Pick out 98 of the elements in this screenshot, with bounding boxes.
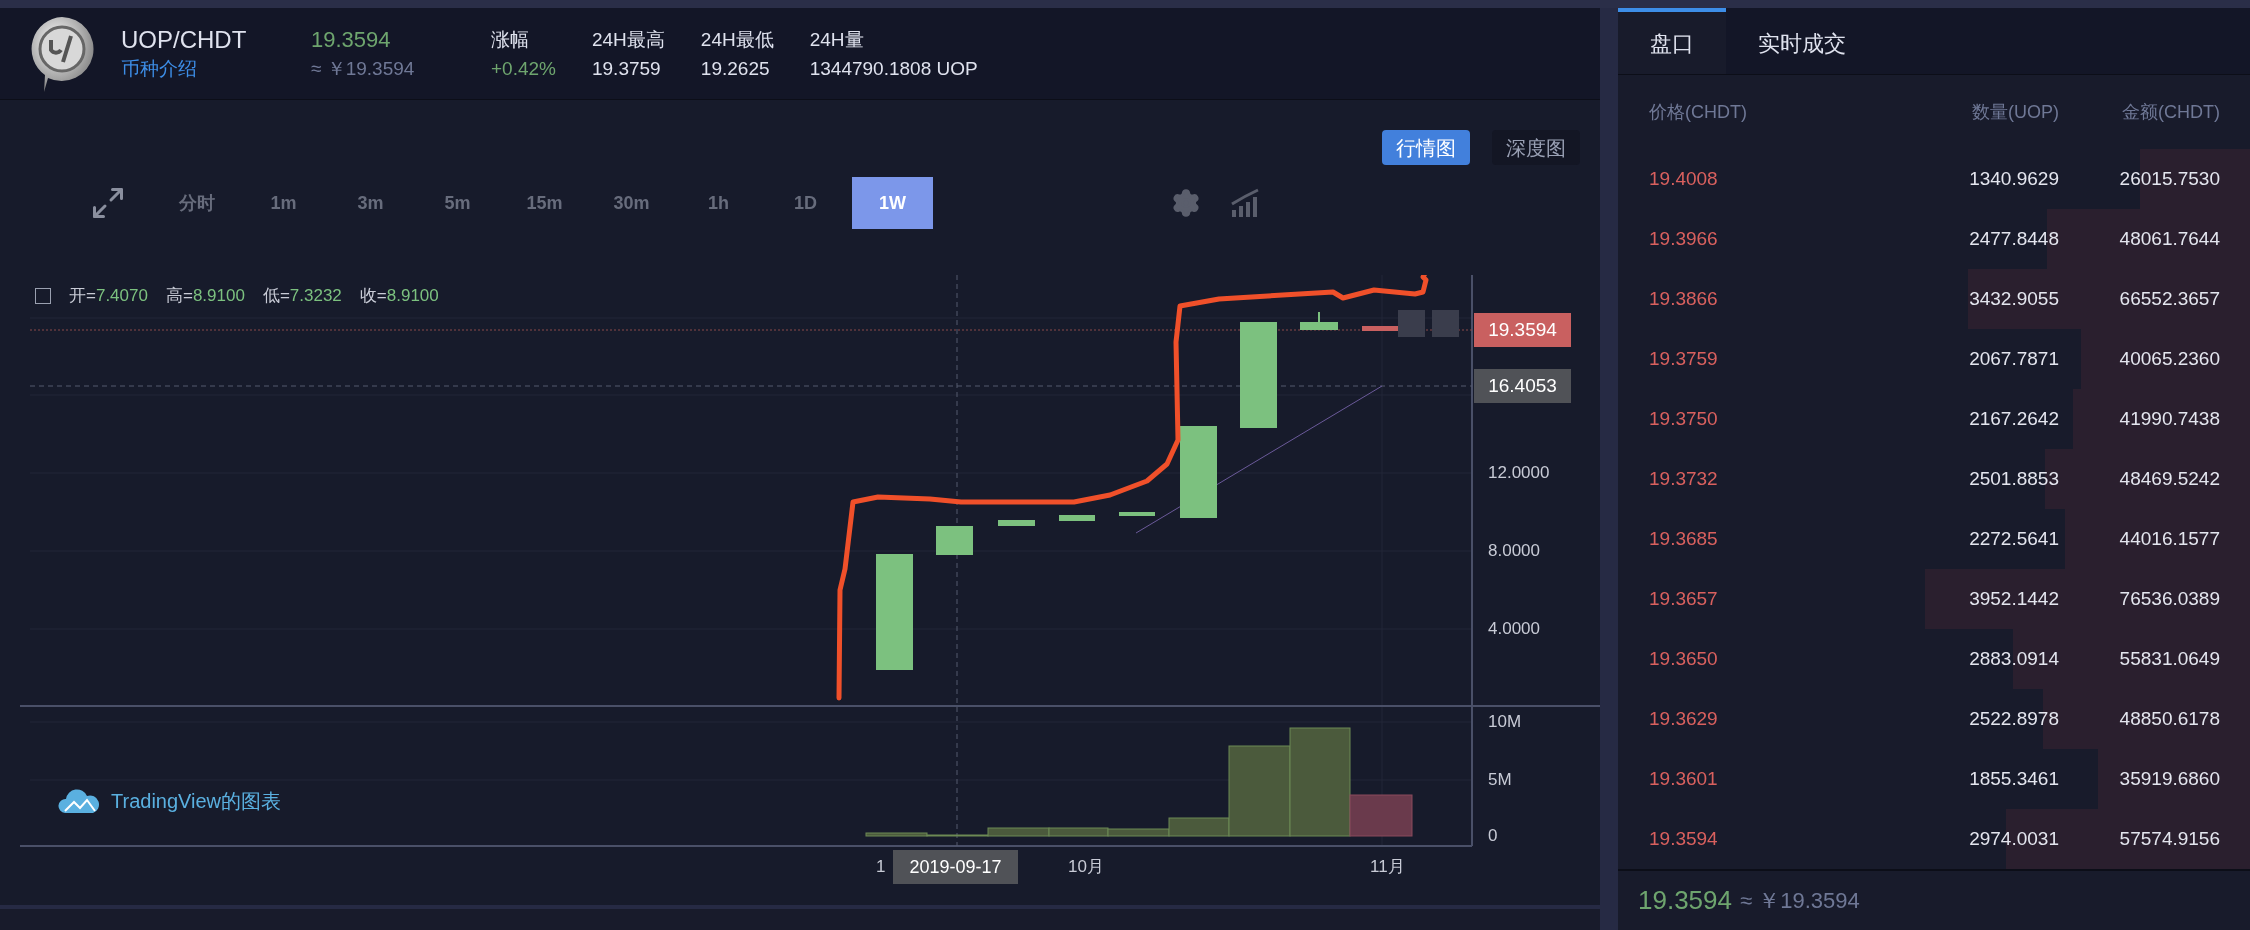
ask-amount: 3952.1442 [1968,586,2059,611]
ask-amount: 2272.5641 [1968,526,2059,551]
ask-total: 44016.1577 [2118,526,2220,551]
ask-price: 19.3594 [1649,826,1719,851]
crosshair-date-tag: 2019-09-17 [893,850,1018,884]
stat-value: 19.3759 [592,56,662,81]
indicator-chart-icon[interactable] [1231,188,1261,218]
column-header: 金额(CHDT) [2121,100,2220,124]
stat-value: 19.2625 [700,56,771,81]
ask-total: 55831.0649 [2118,646,2220,671]
price-axis-label: 8.0000 [1488,541,1540,561]
ask-price: 19.4008 [1649,166,1719,191]
marker-down-icon[interactable] [1398,310,1425,337]
view-tab[interactable]: 行情图 [1382,130,1470,165]
ask-price: 19.3759 [1649,346,1719,371]
ask-total: 41990.7438 [2118,406,2220,431]
time-axis-label: 1 [876,857,886,877]
stat-value: 1344790.1808 UOP [809,56,978,81]
interval-tab[interactable]: 1m [243,177,324,229]
stat-label: 涨幅 [491,27,530,52]
volume-axis-label: 0 [1488,826,1498,846]
ask-price: 19.3601 [1649,766,1719,791]
candle [1119,512,1155,516]
ohlc-value: 低=7.3232 [262,285,342,307]
candle [936,526,973,555]
view-tab[interactable]: 深度图 [1492,130,1580,165]
ask-total: 48850.6178 [2118,706,2220,731]
order-book-tab[interactable]: 盘口 [1618,8,1726,74]
column-header: 数量(UOP) [1971,100,2059,124]
ask-amount: 2883.0914 [1968,646,2059,671]
ask-price: 19.3866 [1649,286,1719,311]
ask-price: 19.3966 [1649,226,1719,251]
stat-value: +0.42% [491,56,556,81]
marker-updown-icon[interactable] [1432,310,1459,337]
interval-tab[interactable]: 1D [765,177,846,229]
ask-price: 19.3750 [1649,406,1719,431]
collapse-icon[interactable] [35,287,51,304]
ohlc-value: 高=8.9100 [165,285,245,307]
order-book-tab[interactable]: 实时成交 [1726,8,1878,74]
ask-price: 19.3685 [1649,526,1719,551]
ask-price: 19.3650 [1649,646,1719,671]
price-tag: 19.3594 [1474,313,1571,347]
coin-intro-link[interactable]: 币种介绍 [121,54,311,83]
ask-amount: 2067.7871 [1968,346,2059,371]
fullscreen-icon[interactable] [90,185,126,221]
ask-price: 19.3657 [1649,586,1719,611]
chart-watermark: TradingView的图表 [111,789,282,814]
price-axis-label: 12.0000 [1488,463,1550,483]
ohlc-value: 开=7.4070 [69,285,148,307]
ask-total: 48469.5242 [2118,466,2220,491]
candle [1362,326,1399,331]
ask-total: 26015.7530 [2118,166,2220,191]
price-axis-label: 4.0000 [1488,619,1540,639]
ask-amount: 3432.9055 [1968,286,2059,311]
stat-label: 24H量 [809,27,865,52]
price-cny: ≈ ￥19.3594 [1740,886,1860,915]
stat-label: 24H最低 [700,27,774,52]
interval-tab[interactable]: 15m [504,177,585,229]
ask-total: 66552.3657 [2118,286,2220,311]
candle [998,520,1035,526]
interval-tab[interactable]: 分时 [156,177,237,229]
ask-amount: 2522.8978 [1968,706,2059,731]
time-axis-label: 11月 [1370,857,1405,877]
ask-amount: 2477.8448 [1968,226,2059,251]
interval-tab[interactable]: 5m [417,177,498,229]
ask-price: 19.3629 [1649,706,1719,731]
ask-total: 57574.9156 [2118,826,2220,851]
ask-amount: 2974.0031 [1968,826,2059,851]
interval-tab[interactable]: 3m [330,177,411,229]
last-price: 19.3594 [311,25,392,54]
time-axis-label: 10月 [1068,857,1104,877]
volume-bar [1048,827,1109,837]
cloud-logo-icon [57,787,101,815]
volume-axis-label: 10M [1488,712,1522,732]
pair-title: UOP/CHDT [121,24,248,55]
ask-amount: 2501.8853 [1968,466,2059,491]
ask-total: 76536.0389 [2118,586,2220,611]
ask-amount: 2167.2642 [1968,406,2059,431]
interval-tab[interactable]: 30m [591,177,672,229]
ask-total: 48061.7644 [2118,226,2220,251]
ask-amount: 1855.3461 [1968,766,2059,791]
ask-price: 19.3732 [1649,466,1719,491]
ohlc-value: 收=8.9100 [359,285,439,307]
candle [1059,515,1095,521]
ask-amount: 1340.9629 [1968,166,2059,191]
interval-tab[interactable]: 1h [678,177,759,229]
settings-icon[interactable] [1171,188,1201,218]
volume-axis-label: 5M [1488,770,1512,790]
column-header: 价格(CHDT) [1649,100,1748,124]
price-cny: ≈ ￥19.3594 [311,56,416,81]
candle [1300,322,1338,330]
interval-tab[interactable]: 1W [852,177,933,229]
ask-total: 40065.2360 [2118,346,2220,371]
stat-label: 24H最高 [592,27,665,52]
candle-wick [1318,311,1320,323]
ask-total: 35919.6860 [2118,766,2220,791]
price-tag: 16.4053 [1474,369,1571,403]
last-price: 19.3594 [1638,883,1732,917]
